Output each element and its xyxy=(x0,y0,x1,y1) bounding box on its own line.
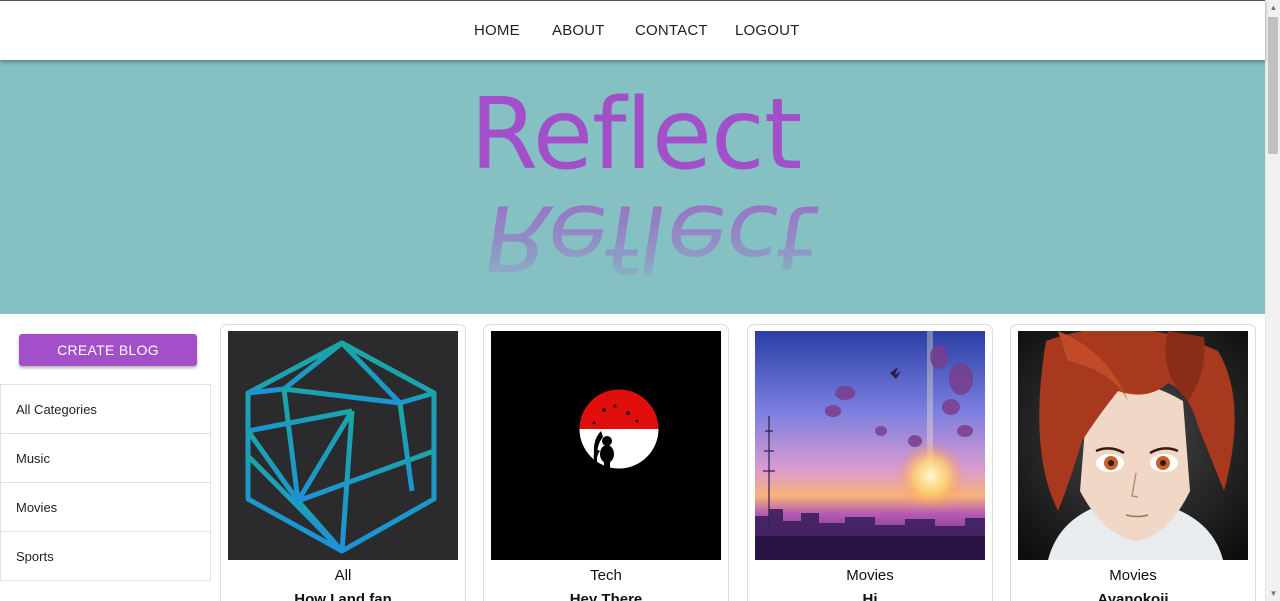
create-blog-button[interactable]: CREATE BLOG xyxy=(19,334,197,366)
category-item-movies[interactable]: Movies xyxy=(1,483,210,532)
page: HOME ABOUT CONTACT LOGOUT Reflect Reflec… xyxy=(0,0,1280,601)
category-list: All Categories Music Movies Sports xyxy=(0,384,211,581)
hero-title-reflection: Reflect xyxy=(475,184,824,290)
post-card[interactable]: Tech Hey There xyxy=(483,324,729,601)
post-category: Movies xyxy=(1109,567,1157,584)
post-title[interactable]: Ayanokoji xyxy=(1011,591,1255,601)
vertical-scrollbar[interactable]: ▲ ▼ xyxy=(1265,0,1280,601)
post-image-moon[interactable] xyxy=(491,331,721,560)
top-navbar: HOME ABOUT CONTACT LOGOUT xyxy=(0,0,1265,60)
post-card[interactable]: Movies Hi xyxy=(747,324,993,601)
nav-about-link[interactable]: ABOUT xyxy=(552,22,605,39)
red-moon-silhouette xyxy=(491,331,721,560)
hexagon-network-icon xyxy=(228,331,458,560)
nav-logout-link[interactable]: LOGOUT xyxy=(735,22,800,39)
post-card[interactable]: Movies Ayanokoji xyxy=(1010,324,1256,601)
scrollbar-thumb[interactable] xyxy=(1268,17,1278,154)
scroll-up-arrow-icon[interactable]: ▲ xyxy=(1266,0,1280,15)
anime-portrait xyxy=(1018,331,1248,560)
post-category: Movies xyxy=(846,567,894,584)
post-title[interactable]: Hey There xyxy=(484,591,728,601)
post-card[interactable]: All How I and fan xyxy=(220,324,466,601)
scroll-down-arrow-icon[interactable]: ▼ xyxy=(1266,586,1280,601)
post-category: All xyxy=(334,567,352,584)
post-title[interactable]: Hi xyxy=(748,591,992,601)
post-title[interactable]: How I and fan xyxy=(221,591,465,601)
post-image-portrait[interactable] xyxy=(1018,331,1248,560)
post-image-sunset[interactable] xyxy=(755,331,985,560)
nav-home-link[interactable]: HOME xyxy=(474,22,520,39)
sunset-city-scene xyxy=(755,331,985,560)
category-item-all[interactable]: All Categories xyxy=(1,385,210,434)
category-item-sports[interactable]: Sports xyxy=(1,532,210,581)
nav-contact-link[interactable]: CONTACT xyxy=(635,22,708,39)
hero-title: Reflect xyxy=(470,78,802,192)
category-item-music[interactable]: Music xyxy=(1,434,210,483)
hero-banner: Reflect Reflect xyxy=(0,60,1265,314)
post-category: Tech xyxy=(590,567,622,584)
post-image-hexagon[interactable] xyxy=(228,331,458,560)
